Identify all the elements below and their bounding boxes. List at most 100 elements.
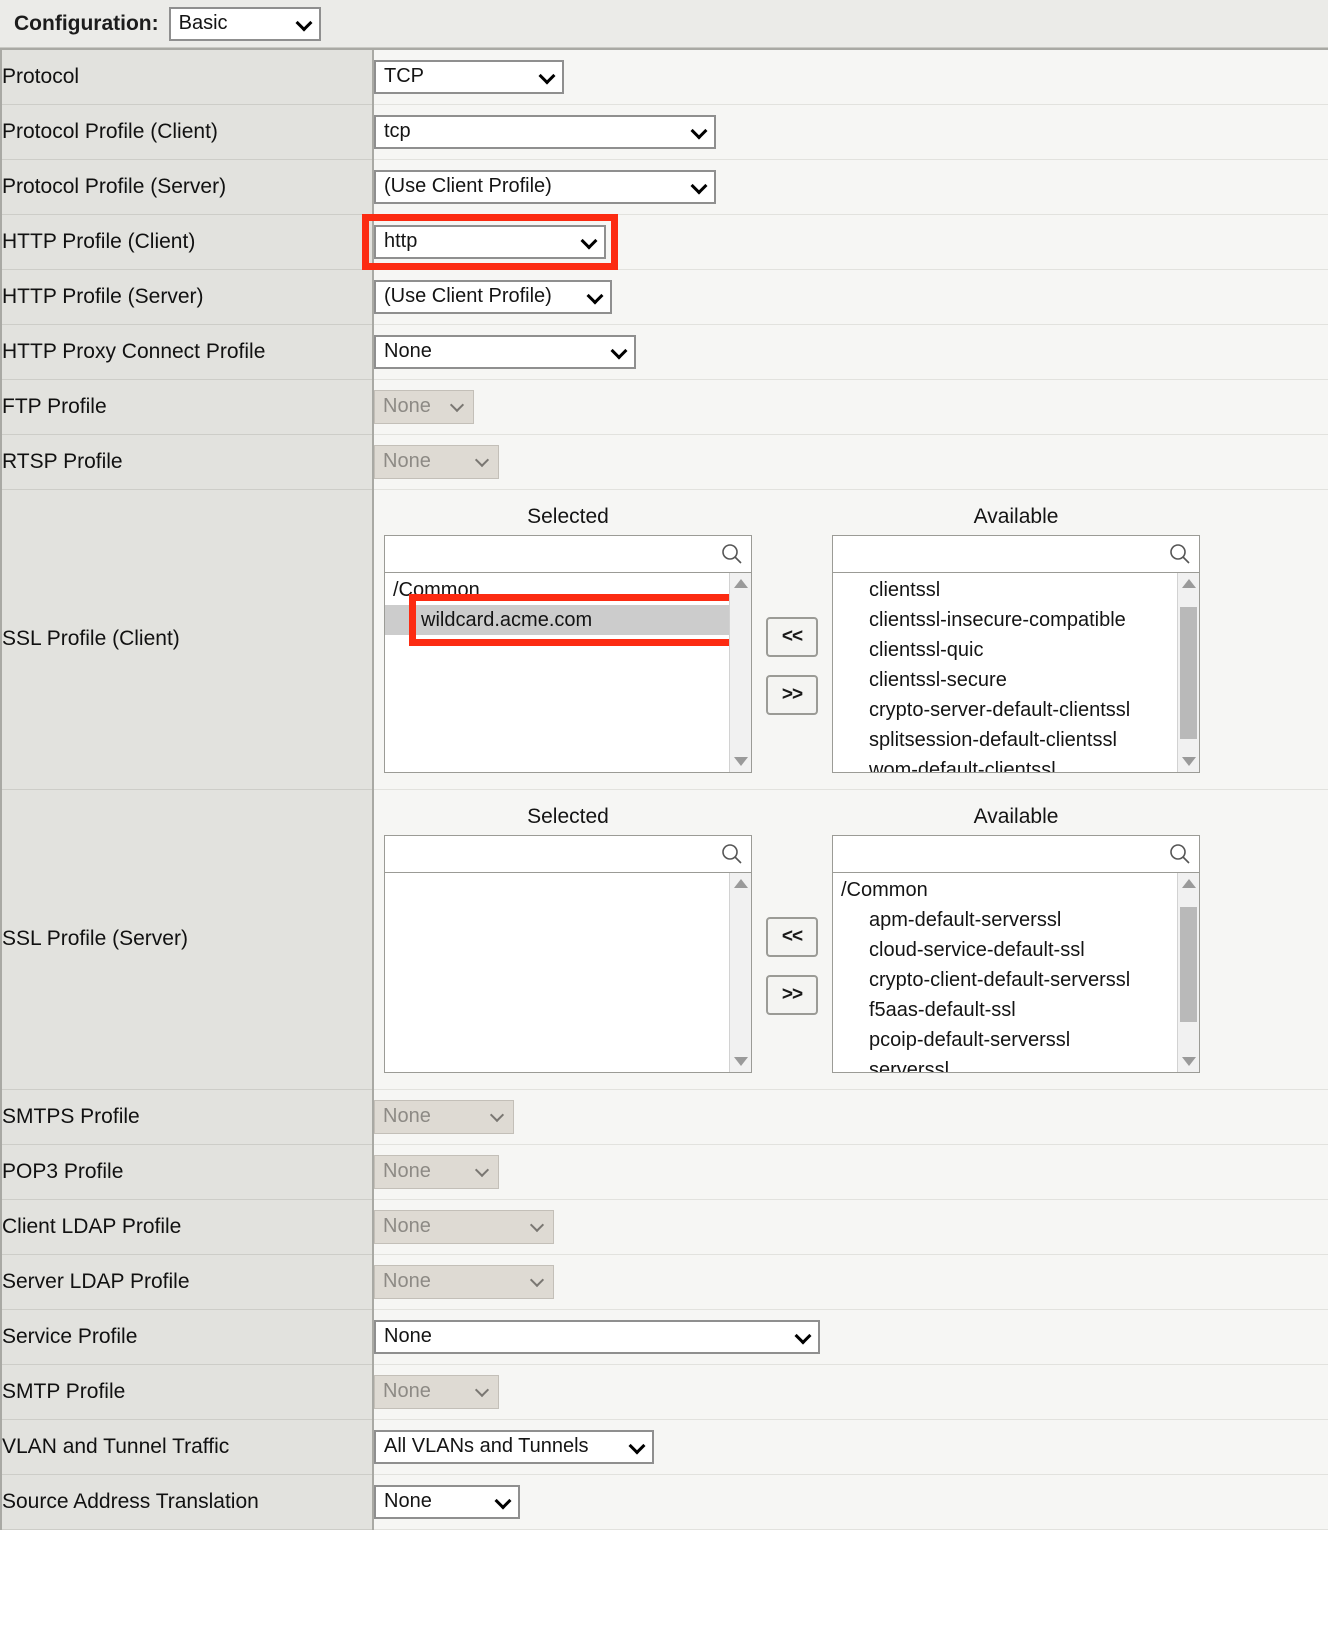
ssl-server-selected-listbox[interactable] <box>384 835 752 1073</box>
protocol-profile-client-select[interactable]: tcp <box>374 114 716 149</box>
ssl-client-move-right-button[interactable]: >> <box>766 675 818 715</box>
ssl-client-available-body: clientssl clientssl-insecure-compatible … <box>833 573 1199 772</box>
row-value-http-profile-server: (Use Client Profile) <box>373 269 1328 325</box>
chevron-down-icon <box>613 344 626 357</box>
ssl-client-selected-listbox[interactable]: /Common wildcard.acme.com <box>384 535 752 773</box>
list-item[interactable]: clientssl-insecure-compatible <box>833 605 1177 635</box>
row-value-client-ldap-profile: None <box>373 1199 1328 1255</box>
protocol-profile-client-value: tcp <box>384 120 411 142</box>
chevron-down-icon <box>477 1384 490 1397</box>
ssl-server-available-search[interactable] <box>833 836 1199 873</box>
list-item[interactable]: clientssl-quic <box>833 635 1177 665</box>
ssl-server-move-right-button[interactable]: >> <box>766 975 818 1015</box>
chevron-down-icon <box>477 1164 490 1177</box>
smtps-profile-value: None <box>383 1105 431 1127</box>
ftp-profile-value: None <box>383 395 431 417</box>
row-label-http-profile-client: HTTP Profile (Client) <box>0 214 374 270</box>
service-profile-select[interactable]: None <box>374 1319 820 1354</box>
list-item[interactable]: apm-default-serverssl <box>833 905 1177 935</box>
table-row-rtsp-profile: RTSP Profile None <box>0 434 1328 490</box>
list-item[interactable]: crypto-server-default-clientssl <box>833 695 1177 725</box>
list-item[interactable]: serverssl <box>833 1055 1177 1072</box>
ftp-profile-select: None <box>374 389 474 424</box>
row-value-source-address-translation: None <box>373 1474 1328 1530</box>
ssl-server-selected-items <box>385 873 729 1072</box>
ssl-server-selected-search[interactable] <box>385 836 751 873</box>
list-item[interactable]: splitsession-default-clientssl <box>833 725 1177 755</box>
smtp-profile-value: None <box>383 1380 431 1402</box>
scroll-down-icon[interactable] <box>733 1057 748 1066</box>
list-item[interactable]: clientssl-secure <box>833 665 1177 695</box>
table-row-protocol-profile-server: Protocol Profile (Server) (Use Client Pr… <box>0 159 1328 215</box>
ssl-client-move-left-button[interactable]: << <box>766 617 818 657</box>
ssl-server-move-left-button[interactable]: << <box>766 917 818 957</box>
ssl-client-available-search[interactable] <box>833 536 1199 573</box>
ssl-server-dual-list: Selected << >> Available /Common apm-def… <box>384 805 1328 1073</box>
row-label-protocol-profile-client: Protocol Profile (Client) <box>0 104 374 160</box>
row-label-pop3-profile: POP3 Profile <box>0 1144 374 1200</box>
list-item[interactable]: /Common <box>833 875 1177 905</box>
ssl-server-available-scrollbar[interactable] <box>1177 873 1199 1072</box>
row-value-smtp-profile: None <box>373 1364 1328 1420</box>
ssl-client-available-listbox[interactable]: clientssl clientssl-insecure-compatible … <box>832 535 1200 773</box>
rtsp-profile-value: None <box>383 450 431 472</box>
protocol-select[interactable]: TCP <box>374 59 564 94</box>
scroll-up-icon[interactable] <box>733 579 748 588</box>
http-profile-server-value: (Use Client Profile) <box>384 285 552 307</box>
list-item[interactable]: pcoip-default-serverssl <box>833 1025 1177 1055</box>
chevron-down-icon <box>298 16 311 29</box>
row-value-protocol-profile-client: tcp <box>373 104 1328 160</box>
list-item[interactable]: crypto-client-default-serverssl <box>833 965 1177 995</box>
row-label-ssl-profile-client: SSL Profile (Client) <box>0 489 374 790</box>
ssl-client-selected-search[interactable] <box>385 536 751 573</box>
http-profile-client-select[interactable]: http <box>374 224 606 259</box>
chevron-down-icon <box>631 1439 644 1452</box>
list-item[interactable]: /Common <box>385 575 729 605</box>
list-item[interactable]: wom-default-clientssl <box>833 755 1177 772</box>
scroll-up-icon[interactable] <box>733 879 748 888</box>
row-value-protocol: TCP <box>373 49 1328 105</box>
configuration-bar: Configuration: Basic <box>0 0 1328 48</box>
ssl-client-selected-scrollbar[interactable] <box>729 573 751 772</box>
scroll-up-icon[interactable] <box>1181 879 1196 888</box>
row-label-http-profile-server: HTTP Profile (Server) <box>0 269 374 325</box>
source-address-translation-select[interactable]: None <box>374 1484 520 1519</box>
list-item[interactable]: clientssl <box>833 575 1177 605</box>
table-row-http-profile-server: HTTP Profile (Server) (Use Client Profil… <box>0 269 1328 325</box>
table-row-protocol: Protocol TCP <box>0 49 1328 105</box>
ssl-client-selected-items: /Common wildcard.acme.com <box>385 573 729 772</box>
row-value-ftp-profile: None <box>373 379 1328 435</box>
ssl-server-available-listbox[interactable]: /Common apm-default-serverssl cloud-serv… <box>832 835 1200 1073</box>
configuration-select[interactable]: Basic <box>168 6 321 41</box>
row-value-protocol-profile-server: (Use Client Profile) <box>373 159 1328 215</box>
http-proxy-connect-profile-select[interactable]: None <box>374 334 636 369</box>
ssl-client-available-scrollbar[interactable] <box>1177 573 1199 772</box>
vlan-and-tunnel-traffic-select[interactable]: All VLANs and Tunnels <box>374 1429 654 1464</box>
chevron-down-icon <box>532 1274 545 1287</box>
ssl-client-selected-header: Selected <box>527 505 609 528</box>
ssl-client-available-items: clientssl clientssl-insecure-compatible … <box>833 573 1177 772</box>
row-value-http-profile-client: http <box>362 213 1328 270</box>
wildcard-highlight: wildcard.acme.com <box>409 594 729 646</box>
row-label-ssl-profile-server: SSL Profile (Server) <box>0 789 374 1090</box>
list-item[interactable]: f5aas-default-ssl <box>833 995 1177 1025</box>
http-profile-server-select[interactable]: (Use Client Profile) <box>374 279 612 314</box>
bottom-spacer <box>0 1529 1328 1586</box>
scrollbar-thumb[interactable] <box>1180 607 1197 739</box>
table-row-http-proxy-connect-profile: HTTP Proxy Connect Profile None <box>0 324 1328 380</box>
protocol-profile-server-select[interactable]: (Use Client Profile) <box>374 169 716 204</box>
chevron-down-icon <box>492 1109 505 1122</box>
scroll-down-icon[interactable] <box>1181 1057 1196 1066</box>
list-item[interactable]: cloud-service-default-ssl <box>833 935 1177 965</box>
table-row-ssl-profile-client: SSL Profile (Client) Selected /Common wi… <box>0 489 1328 790</box>
ssl-server-available-pane: Available /Common apm-default-serverssl <box>832 805 1200 1073</box>
chevron-down-icon <box>589 289 602 302</box>
scroll-up-icon[interactable] <box>1181 579 1196 588</box>
list-item[interactable]: wildcard.acme.com <box>385 594 729 646</box>
scroll-down-icon[interactable] <box>1181 757 1196 766</box>
ssl-server-selected-scrollbar[interactable] <box>729 873 751 1072</box>
ssl-client-dual-list: Selected /Common wildcard.acme.com << >>… <box>384 505 1328 773</box>
scrollbar-thumb[interactable] <box>1180 907 1197 1022</box>
scroll-down-icon[interactable] <box>733 757 748 766</box>
chevron-down-icon <box>541 69 554 82</box>
